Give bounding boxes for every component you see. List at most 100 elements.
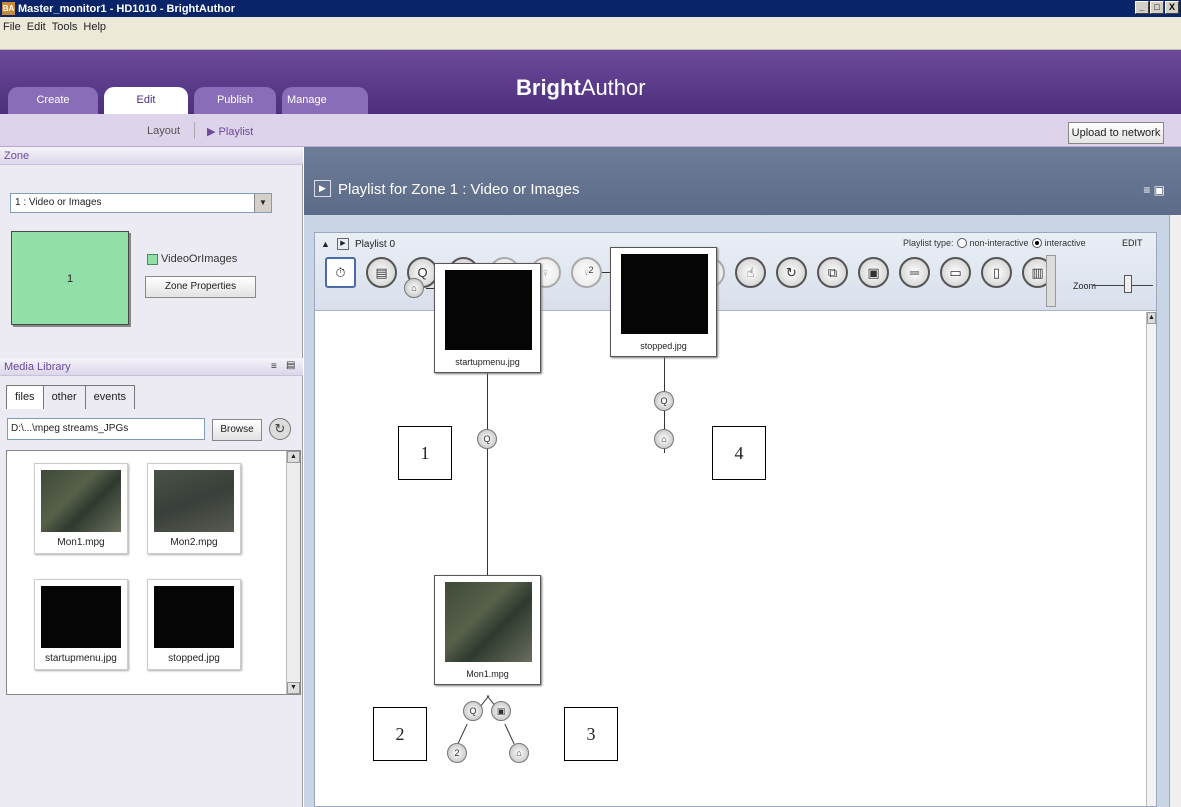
subnav-divider — [194, 122, 195, 139]
media-thumbnail — [154, 586, 234, 648]
zone-preview[interactable]: 1 — [11, 231, 129, 325]
media-scrollbar[interactable]: ▲ ▼ — [286, 451, 300, 694]
media-item-label: Mon2.mpg — [170, 537, 218, 548]
menu-file[interactable]: File — [3, 21, 21, 33]
zoom-slider-track[interactable] — [1093, 285, 1153, 286]
menu-edit[interactable]: Edit — [27, 21, 46, 33]
media-library-title: Media Library — [0, 358, 303, 376]
media-thumbnail — [41, 470, 121, 532]
refresh-icon[interactable]: ↻ — [776, 257, 807, 288]
copy-icon[interactable]: ⧉ — [817, 257, 848, 288]
media-item[interactable]: stopped.jpg — [147, 579, 241, 670]
playlist-editor: ▲ ▶ Playlist 0 Playlist type: non-intera… — [314, 232, 1157, 807]
playlist-header: ▶ Playlist for Zone 1 : Video or Images … — [304, 147, 1181, 215]
remote-control-icon[interactable]: ▯ — [981, 257, 1012, 288]
playlist-play-icon[interactable]: ▶ — [337, 238, 349, 250]
radio-interactive[interactable] — [1031, 238, 1042, 248]
playlist-type: Playlist type: non-interactive interacti… — [903, 238, 1086, 248]
tab-edit[interactable]: Edit — [104, 87, 188, 114]
chevron-down-icon[interactable]: ▼ — [254, 194, 271, 212]
list-view-icon[interactable]: ≡ — [271, 361, 277, 372]
refresh-icon[interactable]: ↻ — [269, 418, 291, 440]
callout-1: 1 — [398, 426, 452, 480]
browse-button[interactable]: Browse — [212, 419, 262, 441]
maximize-button[interactable]: □ — [1150, 1, 1164, 14]
zone-properties-button[interactable]: Zone Properties — [145, 276, 256, 298]
media-item[interactable]: Mon2.mpg — [147, 463, 241, 554]
home-icon[interactable]: ⌂ — [509, 743, 529, 763]
media-item[interactable]: Mon1.mpg — [34, 463, 128, 554]
menu-tools[interactable]: Tools — [52, 21, 78, 33]
scroll-down-icon[interactable]: ▼ — [287, 682, 300, 694]
remote-event-icon[interactable]: Q — [477, 429, 497, 449]
playlist-node-stopped[interactable]: stopped.jpg — [610, 247, 717, 357]
radio-non-interactive[interactable] — [956, 238, 967, 248]
zoom-slider-handle[interactable] — [1124, 275, 1132, 293]
minimize-button[interactable]: _ — [1135, 1, 1149, 14]
serial-icon[interactable]: ═ — [899, 257, 930, 288]
monitor-icon[interactable]: ▣ — [858, 257, 889, 288]
node-label: stopped.jpg — [640, 341, 687, 351]
touch-icon[interactable]: ☝ — [735, 257, 766, 288]
playlist-title: Playlist for Zone 1 : Video or Images — [338, 181, 580, 198]
tab-manage[interactable]: Manage — [282, 87, 368, 114]
app-header: Create Edit Publish Manage BrightAuthor — [0, 50, 1181, 114]
media-item[interactable]: startupmenu.jpg — [34, 579, 128, 670]
subnav-playlist[interactable]: ▶ Playlist — [207, 125, 253, 138]
detail-view-icon[interactable]: ▤ — [286, 360, 295, 371]
tab-files[interactable]: files — [6, 385, 44, 409]
playlist-name: Playlist 0 — [355, 239, 396, 250]
non-interactive-label: non-interactive — [969, 238, 1029, 248]
media-item-label: Mon1.mpg — [57, 537, 105, 548]
remote-event-icon[interactable]: Q — [654, 391, 674, 411]
keyboard-icon[interactable]: ▭ — [940, 257, 971, 288]
play-icon[interactable]: ▶ — [314, 180, 331, 197]
node-thumbnail — [621, 254, 708, 334]
node-label: Mon1.mpg — [466, 669, 509, 679]
playlist-node-startupmenu[interactable]: startupmenu.jpg — [434, 263, 541, 373]
main-scrollbar[interactable] — [1169, 215, 1181, 807]
tab-publish[interactable]: Publish — [194, 87, 276, 114]
zone-legend-swatch — [147, 254, 158, 265]
brand-logo: BrightAuthor — [516, 75, 646, 100]
media-path-input[interactable]: D:\...\mpeg streams_JPGs — [7, 418, 205, 440]
edit-link[interactable]: EDIT — [1122, 238, 1143, 248]
upload-to-network-button[interactable]: Upload to network — [1068, 122, 1164, 144]
connector-line — [602, 272, 610, 273]
view-toggle-icon[interactable]: ≡ ▣ — [1143, 183, 1165, 197]
window-title-bar[interactable]: BA Master_monitor1 - HD1010 - BrightAuth… — [0, 0, 1181, 17]
node-thumbnail — [445, 582, 532, 662]
media-thumbnail — [154, 470, 234, 532]
stopwatch-icon[interactable]: ⏱ — [325, 257, 356, 288]
target-two-icon[interactable]: 2 — [447, 743, 467, 763]
zone-panel-title: Zone — [0, 147, 303, 165]
canvas-scrollbar[interactable]: ▲ — [1146, 312, 1156, 806]
subnav-layout[interactable]: Layout — [147, 125, 180, 137]
connector-line — [504, 723, 515, 745]
tab-create[interactable]: Create — [8, 87, 98, 114]
media-item-label: startupmenu.jpg — [45, 653, 117, 664]
playlist-node-mon1[interactable]: Mon1.mpg — [434, 575, 541, 685]
zone-select[interactable]: 1 : Video or Images ▼ — [10, 193, 272, 213]
video-end-icon[interactable]: ▣ — [491, 701, 511, 721]
toolbar-scrollbar[interactable] — [1046, 255, 1056, 307]
remote-event-icon[interactable]: Q — [463, 701, 483, 721]
zone-select-value: 1 : Video or Images — [15, 197, 102, 208]
media-thumbnail — [41, 586, 121, 648]
close-button[interactable]: X — [1165, 1, 1179, 14]
playlist-type-label: Playlist type: — [903, 238, 954, 248]
interactive-label: interactive — [1044, 238, 1086, 248]
scroll-up-icon[interactable]: ▲ — [1147, 312, 1156, 324]
clapperboard-icon[interactable]: ▤ — [366, 257, 397, 288]
home-icon[interactable]: ⌂ — [654, 429, 674, 449]
zone-legend-label: VideoOrImages — [161, 253, 238, 265]
menu-help[interactable]: Help — [83, 21, 106, 33]
collapse-icon[interactable]: ▲ — [321, 239, 330, 249]
callout-2: 2 — [373, 707, 427, 761]
home-icon[interactable]: ⌂ — [404, 278, 424, 298]
tab-other[interactable]: other — [42, 385, 86, 409]
node-thumbnail — [445, 270, 532, 350]
scroll-up-icon[interactable]: ▲ — [287, 451, 300, 463]
tab-events[interactable]: events — [84, 385, 136, 409]
callout-4: 4 — [712, 426, 766, 480]
